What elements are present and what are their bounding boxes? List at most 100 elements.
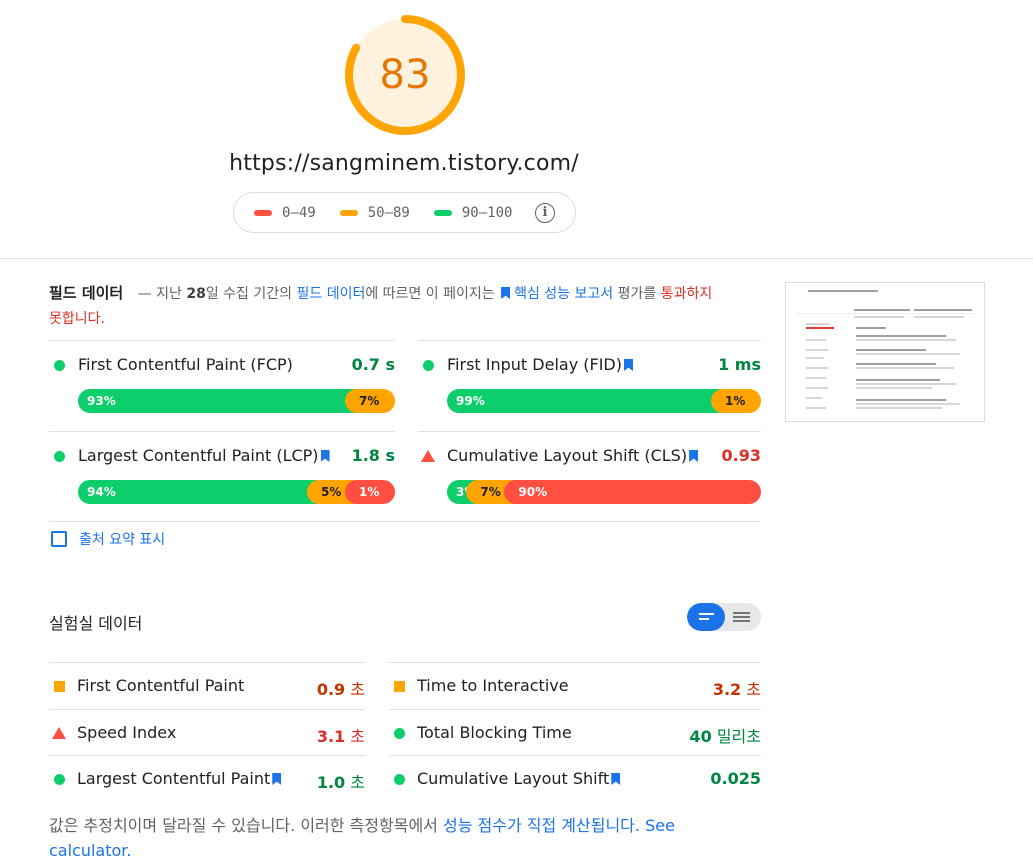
bookmark-icon	[611, 773, 621, 785]
distribution-bar: 93% 7%	[78, 389, 395, 413]
distribution-bar: 3%7%90%	[447, 480, 761, 504]
lab-metric-number: 0.025	[710, 769, 761, 788]
lab-metric-number: 0.9	[316, 680, 346, 699]
lab-metric-unit: 초	[350, 727, 365, 746]
legend-average-range: 50–89	[367, 204, 410, 221]
lab-metric-value: 3.1 초	[317, 723, 365, 747]
page-url: https://sangminem.tistory.com/	[229, 151, 579, 176]
legend-pass-range: 90–100	[461, 204, 513, 221]
field-data-link[interactable]: 필드 데이터	[296, 286, 365, 302]
distribution-bar: 99% 1%	[447, 389, 761, 413]
lab-data-title: 실험실 데이터	[49, 614, 143, 633]
origin-summary-label: 출처 요약 표시	[79, 532, 166, 548]
pass-dot-icon	[394, 774, 405, 785]
distribution-poor-segment: 90%	[504, 480, 761, 504]
field-desc-mid: 일 수집 기간의	[205, 286, 293, 302]
lab-metric-value: 0.025	[710, 769, 761, 788]
pass-dot-icon	[423, 360, 434, 371]
bookmark-icon	[272, 773, 282, 785]
lab-metric-fcp: First Contentful Paint 0.9 초	[49, 662, 365, 709]
lab-metric-name-text: Largest Contentful Paint	[77, 769, 271, 788]
fail-triangle-icon	[52, 727, 66, 739]
legend-fail-swatch	[254, 209, 272, 216]
score-legend: 0–49 50–89 90–100 i	[233, 192, 576, 233]
lab-metric-cls: Cumulative Layout Shift 0.025	[389, 755, 761, 802]
lab-metric-name: Cumulative Layout Shift	[417, 769, 624, 788]
field-metric-name-text: First Input Delay (FID)	[447, 355, 622, 374]
fail-triangle-icon	[421, 450, 435, 462]
lab-metric-name: Time to Interactive	[417, 676, 569, 695]
lab-metric-number: 3.2	[712, 680, 742, 699]
lab-metric-name: Total Blocking Time	[417, 723, 572, 742]
legend-average-swatch	[339, 209, 358, 216]
info-icon[interactable]: i	[535, 202, 555, 223]
field-metric-value: 1.8 s	[351, 446, 395, 465]
lab-metric-unit: 초	[350, 680, 365, 699]
score-gauge: 83	[343, 13, 467, 137]
pass-dot-icon	[54, 774, 65, 785]
performance-score: 83	[379, 52, 431, 98]
lab-metric-name-text: Cumulative Layout Shift	[417, 769, 610, 788]
pass-dot-icon	[394, 728, 405, 739]
field-data-header: 필드 데이터 — 지난 28일 수집 기간의 필드 데이터에 따르면 이 페이지…	[49, 281, 729, 332]
lab-metric-number: 40	[689, 727, 712, 746]
field-metric-name-text: Cumulative Layout Shift (CLS)	[447, 446, 688, 465]
origin-divider	[49, 521, 761, 522]
field-metric-fid: First Input Delay (FID) 1 ms 99% 1%	[418, 340, 761, 430]
legend-average: 50–89	[339, 204, 410, 221]
field-metric-name: Cumulative Layout Shift (CLS)	[447, 446, 702, 465]
legend-pass: 90–100	[433, 204, 513, 221]
lab-metric-unit: 초	[746, 680, 761, 699]
field-desc-days: 28	[186, 286, 206, 302]
lab-metric-value: 0.9 초	[317, 676, 365, 700]
legend-fail-range: 0–49	[282, 204, 316, 221]
lab-metric-value: 40 밀리초	[689, 723, 761, 747]
field-desc-dash: — 지난	[137, 286, 182, 302]
distribution-needs-improvement-segment: 1%	[711, 389, 761, 413]
lab-metric-name: Largest Contentful Paint	[77, 769, 285, 788]
field-metric-name: Largest Contentful Paint (LCP)	[78, 446, 334, 465]
legend-pass-swatch	[433, 209, 452, 216]
distribution-good-segment: 99%	[447, 389, 723, 413]
lab-metric-speed-index: Speed Index 3.1 초	[49, 709, 365, 756]
bookmark-icon	[623, 359, 633, 371]
field-metric-lcp: Largest Contentful Paint (LCP) 1.8 s 94%…	[49, 431, 395, 521]
field-metric-name: First Input Delay (FID)	[447, 355, 637, 374]
field-data-title: 필드 데이터	[49, 284, 124, 302]
field-metric-name-text: Largest Contentful Paint (LCP)	[78, 446, 319, 465]
distribution-poor-segment: 1%	[345, 480, 395, 504]
field-metric-cls: Cumulative Layout Shift (CLS) 0.93 3%7%9…	[418, 431, 761, 521]
bookmark-icon	[320, 450, 330, 462]
lab-note-text: 값은 추정치이며 달라질 수 있습니다. 이러한 측정항목에서	[49, 816, 438, 835]
field-metric-value: 0.7 s	[351, 355, 395, 374]
section-divider	[0, 258, 1033, 259]
average-square-icon	[54, 681, 65, 692]
lab-metric-number: 1.0	[316, 773, 346, 792]
field-desc-mid2: 에 따르면 이 페이지는	[365, 286, 495, 302]
field-desc-mid3: 평가를	[617, 286, 657, 302]
summary-view-button[interactable]	[687, 603, 725, 631]
lab-metric-unit: 초	[350, 773, 365, 792]
legend-fail: 0–49	[254, 205, 316, 221]
bookmark-icon	[501, 287, 511, 299]
field-metric-value: 1 ms	[718, 355, 761, 374]
core-web-vitals-link[interactable]: 핵심 성능 보고서	[514, 286, 613, 302]
distribution-bar: 94% 5% 1%	[78, 480, 395, 504]
lab-metric-tti: Time to Interactive 3.2 초	[389, 662, 761, 709]
view-toggle[interactable]	[687, 603, 761, 631]
lab-metric-value: 1.0 초	[317, 769, 365, 793]
origin-summary-toggle[interactable]: 출처 요약 표시	[51, 529, 165, 549]
bookmark-icon	[689, 450, 699, 462]
checkbox-icon[interactable]	[51, 531, 67, 547]
lab-metric-value: 3.2 초	[713, 676, 761, 700]
lab-metric-lcp: Largest Contentful Paint 1.0 초	[49, 755, 365, 802]
distribution-good-segment: 93%	[78, 389, 357, 413]
field-metric-value: 0.93	[721, 446, 761, 465]
page-screenshot-thumbnail	[785, 282, 985, 422]
score-calculation-link[interactable]: 성능 점수가 직접 계산됩니다.	[443, 816, 640, 835]
distribution-good-segment: 94%	[78, 480, 319, 504]
lab-metric-name: Speed Index	[77, 723, 177, 742]
lab-metric-unit: 밀리초	[716, 727, 761, 746]
distribution-needs-improvement-segment: 7%	[345, 389, 395, 413]
lab-metric-tbt: Total Blocking Time 40 밀리초	[389, 709, 761, 756]
